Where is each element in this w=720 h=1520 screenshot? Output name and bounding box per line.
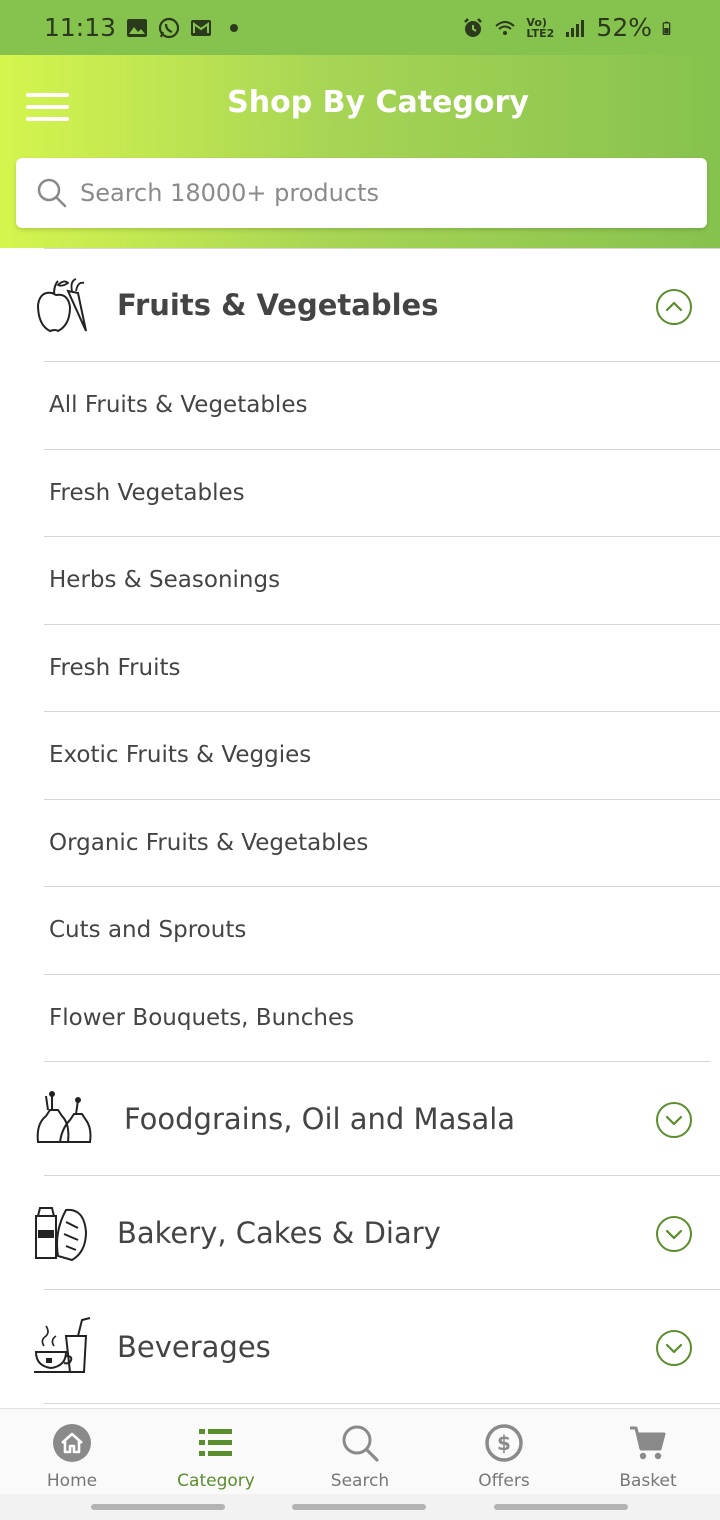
apple-carrot-icon: [36, 278, 87, 333]
search-icon: [342, 1425, 379, 1462]
chevron-up-icon[interactable]: [656, 289, 692, 325]
grain-sacks-icon: [36, 1091, 92, 1143]
status-bar-right: Vo) LTE2 52%: [462, 13, 676, 42]
nav-home[interactable]: Home: [0, 1409, 144, 1494]
cart-icon: [630, 1426, 666, 1460]
subcategory-item[interactable]: Fresh Vegetables: [44, 450, 720, 537]
search-icon: [37, 178, 67, 208]
nav-offers[interactable]: $ Offers: [432, 1409, 576, 1494]
nav-label: Search: [330, 1471, 390, 1491]
notification-dot: [230, 23, 239, 32]
category-label: Bakery, Cakes & Diary: [117, 1215, 441, 1250]
alarm-icon: [464, 17, 483, 37]
nav-label: Category: [177, 1471, 255, 1491]
nav-label: Offers: [478, 1471, 530, 1491]
network-label: Vo) LTE2: [526, 15, 555, 40]
category-fruits-vegetables[interactable]: Fruits & Vegetables: [36, 248, 720, 362]
category-bakery[interactable]: Bakery, Cakes & Diary: [35, 1176, 720, 1290]
system-navigation-bar: [0, 1494, 720, 1520]
subcategory-item[interactable]: Herbs & Seasonings: [44, 537, 720, 625]
category-foodgrains[interactable]: Foodgrains, Oil and Masala: [36, 1062, 720, 1176]
bottom-navigation: Home Category Search $ Offers Basket: [0, 1408, 720, 1494]
nav-label: Home: [46, 1471, 98, 1491]
gallery-icon: [127, 18, 148, 37]
nav-basket[interactable]: Basket: [576, 1409, 720, 1494]
category-label: Fruits & Vegetables: [117, 288, 439, 322]
battery-icon: [662, 21, 671, 35]
list-icon: [199, 1429, 232, 1456]
milk-bread-icon: [35, 1207, 88, 1262]
status-bar-left: 11:13: [44, 13, 239, 42]
nav-search[interactable]: Search: [288, 1409, 432, 1494]
app-header: Shop By Category: [0, 55, 720, 248]
category-label: Foodgrains, Oil and Masala: [124, 1101, 516, 1136]
search-bar[interactable]: [16, 158, 707, 228]
status-time: 11:13: [44, 13, 117, 42]
chevron-down-icon[interactable]: [656, 1216, 692, 1252]
system-back-handle[interactable]: [91, 1504, 225, 1510]
battery-percent: 52%: [596, 13, 652, 42]
signal-icon: [566, 19, 585, 37]
chevron-down-icon[interactable]: [656, 1102, 692, 1138]
nav-label: Basket: [619, 1471, 677, 1491]
subcategory-item[interactable]: All Fruits & Vegetables: [44, 362, 720, 450]
subcategory-item[interactable]: Organic Fruits & Vegetables: [44, 800, 720, 887]
subcategory-item[interactable]: Fresh Fruits: [44, 625, 720, 712]
page-title: Shop By Category: [227, 85, 529, 120]
category-list: Fruits & Vegetables All Fruits & Vegetab…: [0, 248, 720, 1408]
system-home-handle[interactable]: [292, 1504, 426, 1510]
subcategory-item[interactable]: Cuts and Sprouts: [44, 887, 720, 975]
subcategory-item[interactable]: Flower Bouquets, Bunches: [44, 975, 710, 1062]
search-input[interactable]: [80, 179, 680, 207]
category-label: Beverages: [117, 1329, 271, 1364]
status-bar: 11:13 Vo) LTE2 52%: [0, 0, 720, 55]
category-beverages[interactable]: Beverages: [34, 1290, 720, 1404]
home-icon: [53, 1424, 91, 1462]
whatsapp-icon: [158, 17, 180, 38]
wifi-icon: [495, 20, 516, 35]
svg-text:$: $: [497, 1431, 511, 1455]
tea-cup-icon: [34, 1317, 91, 1373]
nav-category[interactable]: Category: [144, 1409, 288, 1494]
mail-icon: [191, 19, 212, 36]
chevron-down-icon[interactable]: [656, 1330, 692, 1366]
subcategory-item[interactable]: Exotic Fruits & Veggies: [44, 712, 720, 800]
offers-icon: $: [485, 1424, 523, 1462]
system-recents-handle[interactable]: [494, 1504, 628, 1510]
